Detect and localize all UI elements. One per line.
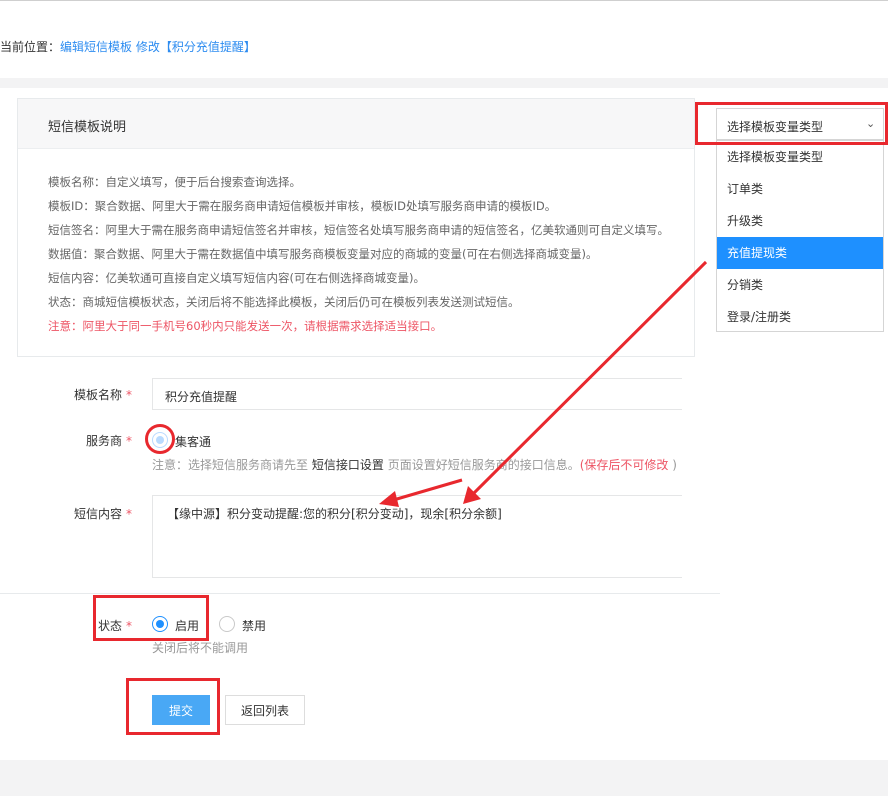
page: 当前位置：编辑短信模板 修改【积分充值提醒】 短信模板说明 模板名称：自定义填写… [0,0,888,796]
sms-content-textarea[interactable]: 【缘中源】积分变动提醒:您的积分[积分变动]，现余[积分余额] [152,495,682,578]
template-name-value: 积分充值提醒 [165,390,238,404]
provider-option-label: 集客通 [175,435,212,449]
provider-hint-close: ) [672,458,677,472]
breadcrumb: 当前位置：编辑短信模板 修改【积分充值提醒】 [0,38,256,55]
annotation-box-status [93,595,209,641]
annotation-box-submit [126,678,220,735]
help-card-title: 短信模板说明 [48,120,127,135]
dropdown-option[interactable]: 订单类 [717,173,883,205]
required-mark: * [126,388,132,402]
provider-hint: 注意：选择短信服务商请先至 短信接口设置 页面设置好短信服务商的接口信息。(保存… [152,456,677,473]
provider-label: 服务商 * [12,432,132,449]
help-line: 模板ID：聚合数据、阿里大于需在服务商申请短信模板并审核，模板ID处填写服务商申… [48,199,557,213]
dropdown-option[interactable]: 分销类 [717,269,883,301]
help-card-header: 短信模板说明 [18,99,694,149]
variable-type-dropdown: 选择模板变量类型 订单类 升级类 充值提现类 分销类 登录/注册类 [716,140,884,332]
required-mark: * [126,434,132,448]
provider-label-text: 服务商 [85,434,122,448]
breadcrumb-bar: 当前位置：编辑短信模板 修改【积分充值提醒】 [0,1,888,78]
provider-hint-middle: 页面设置好短信服务商的接口信息。 [387,458,580,472]
help-line: 短信签名：阿里大于需在服务商申请短信签名并审核，短信签名处填写服务商申请的短信签… [48,223,669,237]
divider [0,593,720,594]
help-line: 状态：商城短信模板状态，关闭后将不能选择此模板，关闭后仍可在模板列表发送测试短信… [48,295,520,309]
content-label-text: 短信内容 [73,507,122,521]
provider-hint-warning: (保存后不可修改 [579,458,669,472]
name-label: 模板名称 * [12,386,132,403]
template-name-input[interactable]: 积分充值提醒 [152,378,682,410]
dropdown-option[interactable]: 升级类 [717,205,883,237]
breadcrumb-link[interactable]: 编辑短信模板 修改【积分充值提醒】 [60,40,256,54]
status-radio-disabled[interactable] [219,616,235,632]
help-lines: 模板名称：自定义填写，便于后台搜索查询选择。 模板ID：聚合数据、阿里大于需在服… [48,174,694,342]
help-warning: 注意：阿里大于同一手机号60秒内只能发送一次，请根据需求选择适当接口。 [48,319,443,333]
dropdown-option[interactable]: 选择模板变量类型 [717,141,883,173]
status-hint: 关闭后将不能调用 [152,641,249,655]
help-card: 短信模板说明 模板名称：自定义填写，便于后台搜索查询选择。 模板ID：聚合数据、… [17,98,695,357]
sms-interface-settings-link[interactable]: 短信接口设置 [312,458,384,472]
annotation-circle-provider [145,424,175,454]
status-option-disabled: 禁用 [242,619,267,633]
help-line: 短信内容：亿美软通可直接自定义填写短信内容(可在右侧选择商城变量)。 [48,271,425,285]
required-mark: * [126,507,132,521]
dropdown-option-highlighted[interactable]: 充值提现类 [717,237,883,269]
back-to-list-button[interactable]: 返回列表 [225,695,305,725]
content-label: 短信内容 * [12,505,132,522]
annotation-box-select [695,102,888,145]
help-line: 数据值：聚合数据、阿里大于需在数据值中填写服务商模板变量对应的商城的变量(可在右… [48,247,598,261]
dropdown-option[interactable]: 登录/注册类 [717,301,883,333]
breadcrumb-prefix: 当前位置： [0,40,61,54]
help-line: 模板名称：自定义填写，便于后台搜索查询选择。 [48,175,301,189]
sms-content-value: 【缘中源】积分变动提醒:您的积分[积分变动]，现余[积分余额] [167,507,502,521]
provider-hint-prefix: 注意：选择短信服务商请先至 [152,458,309,472]
name-label-text: 模板名称 [73,388,122,402]
